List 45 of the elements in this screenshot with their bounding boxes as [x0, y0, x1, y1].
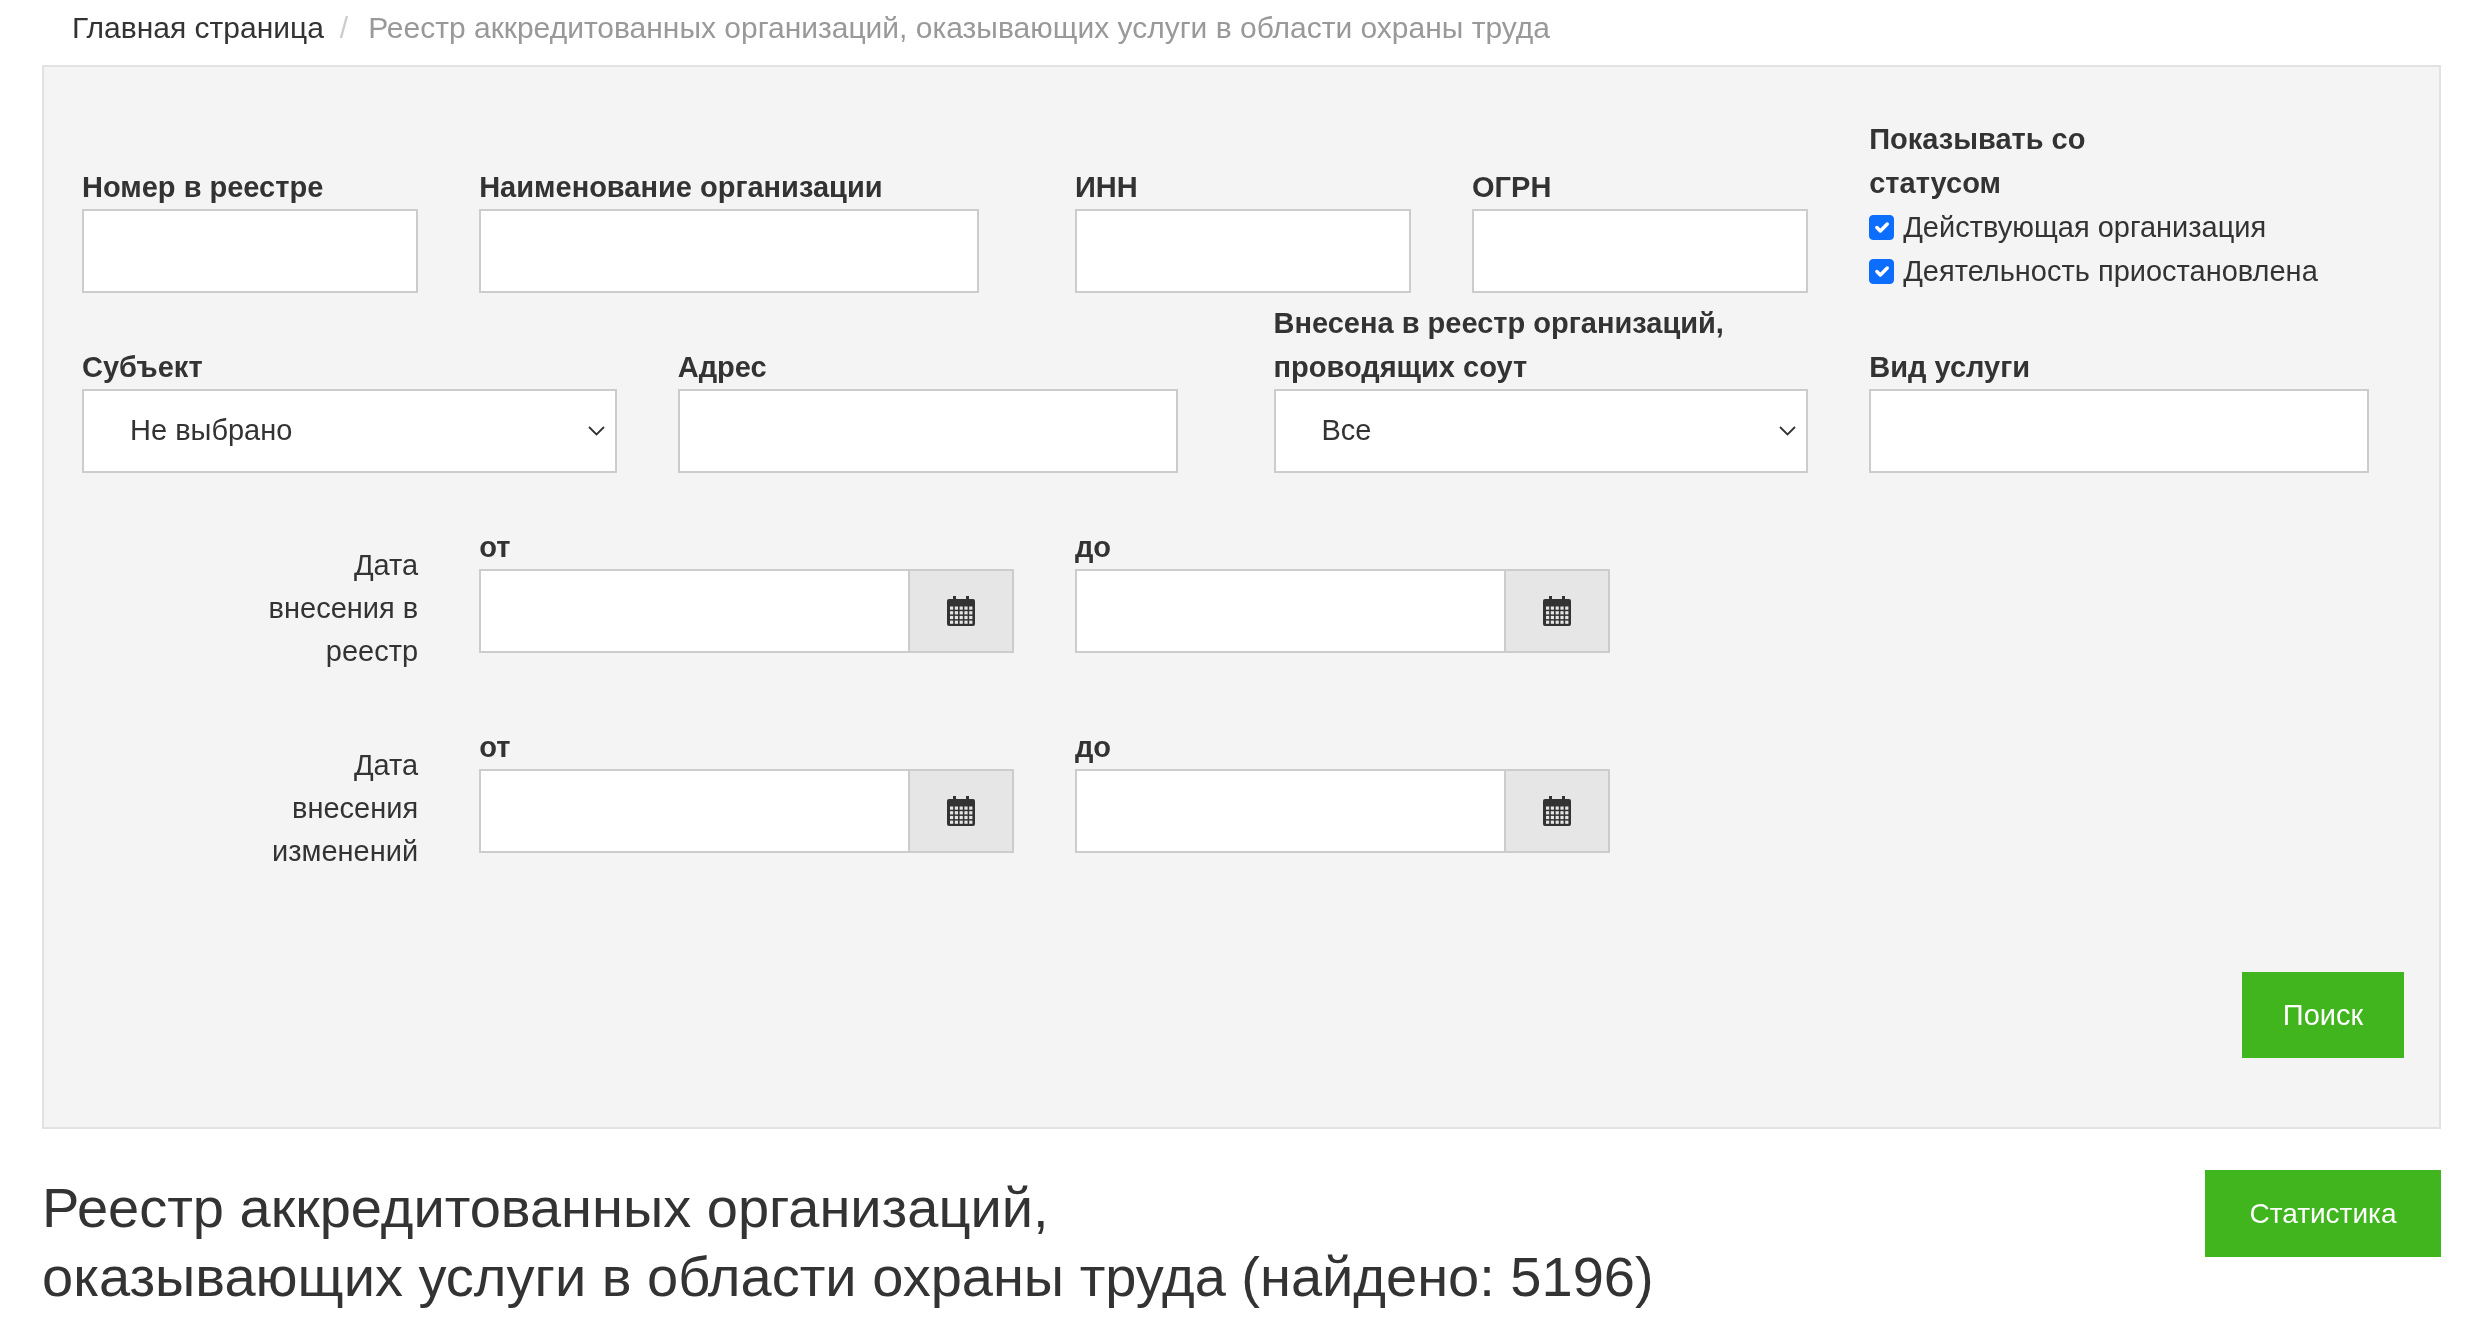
field-label: Субъект [82, 350, 204, 385]
calendar-button[interactable] [909, 569, 1014, 653]
calendar-button[interactable] [1505, 569, 1610, 653]
group-label: Показывать со статусом [1869, 122, 2087, 201]
date-input[interactable] [1074, 569, 1506, 653]
dropdown[interactable]: Не выбрано [82, 389, 617, 473]
input-field[interactable] [1869, 389, 2370, 473]
input-field[interactable] [1472, 209, 1809, 293]
date-input[interactable] [1074, 769, 1506, 853]
input-field[interactable] [677, 389, 1178, 473]
checkbox[interactable] [1869, 258, 1895, 284]
field-label: Внесена в реестр организаций, проводящих соут [1273, 306, 1725, 385]
caret-icon [587, 426, 605, 436]
checkbox-label[interactable]: Действующая организация [1903, 205, 2267, 249]
breadcrumb-current: Реестр аккредитованных организаций, оказывающих услуги в области охраны труда [368, 10, 1550, 46]
field-label: от [479, 730, 512, 765]
field-label: ИНН [1074, 170, 1139, 205]
breadcrumb-separator: / [338, 10, 350, 46]
calendar-icon [1542, 596, 1571, 626]
caret-icon [1779, 426, 1797, 436]
calendar-icon [946, 796, 975, 826]
date-input[interactable] [479, 769, 910, 853]
field-label: до [1074, 730, 1113, 765]
field-label: до [1074, 530, 1113, 565]
field-label: Вид услуги [1869, 350, 2032, 385]
calendar-icon [946, 596, 975, 626]
checkbox-label[interactable]: Деятельность приостановлена [1903, 249, 2318, 293]
page-heading: Реестр аккредитованных организаций, оказывающих услуги в области охраны труда (найдено: 5196) [42, 1175, 1654, 1310]
field-label: ОГРН [1472, 170, 1553, 205]
field-label: Дата внесения изменений [271, 748, 419, 869]
field-label: от [479, 530, 512, 565]
input-field[interactable] [82, 209, 419, 293]
calendar-icon [1542, 796, 1571, 826]
dropdown[interactable]: Все [1273, 389, 1809, 473]
field-label: Адрес [677, 350, 768, 385]
field-label: Дата внесения в реестр [267, 548, 419, 669]
calendar-button[interactable] [909, 769, 1014, 853]
date-input[interactable] [479, 569, 910, 653]
field-label: Наименование организации [479, 170, 884, 205]
field-label: Номер в реестре [82, 170, 325, 205]
input-field[interactable] [479, 209, 980, 293]
calendar-button[interactable] [1505, 769, 1610, 853]
breadcrumb-link[interactable]: Главная страница [72, 10, 324, 46]
input-field[interactable] [1074, 209, 1412, 293]
checkbox[interactable] [1869, 214, 1895, 240]
